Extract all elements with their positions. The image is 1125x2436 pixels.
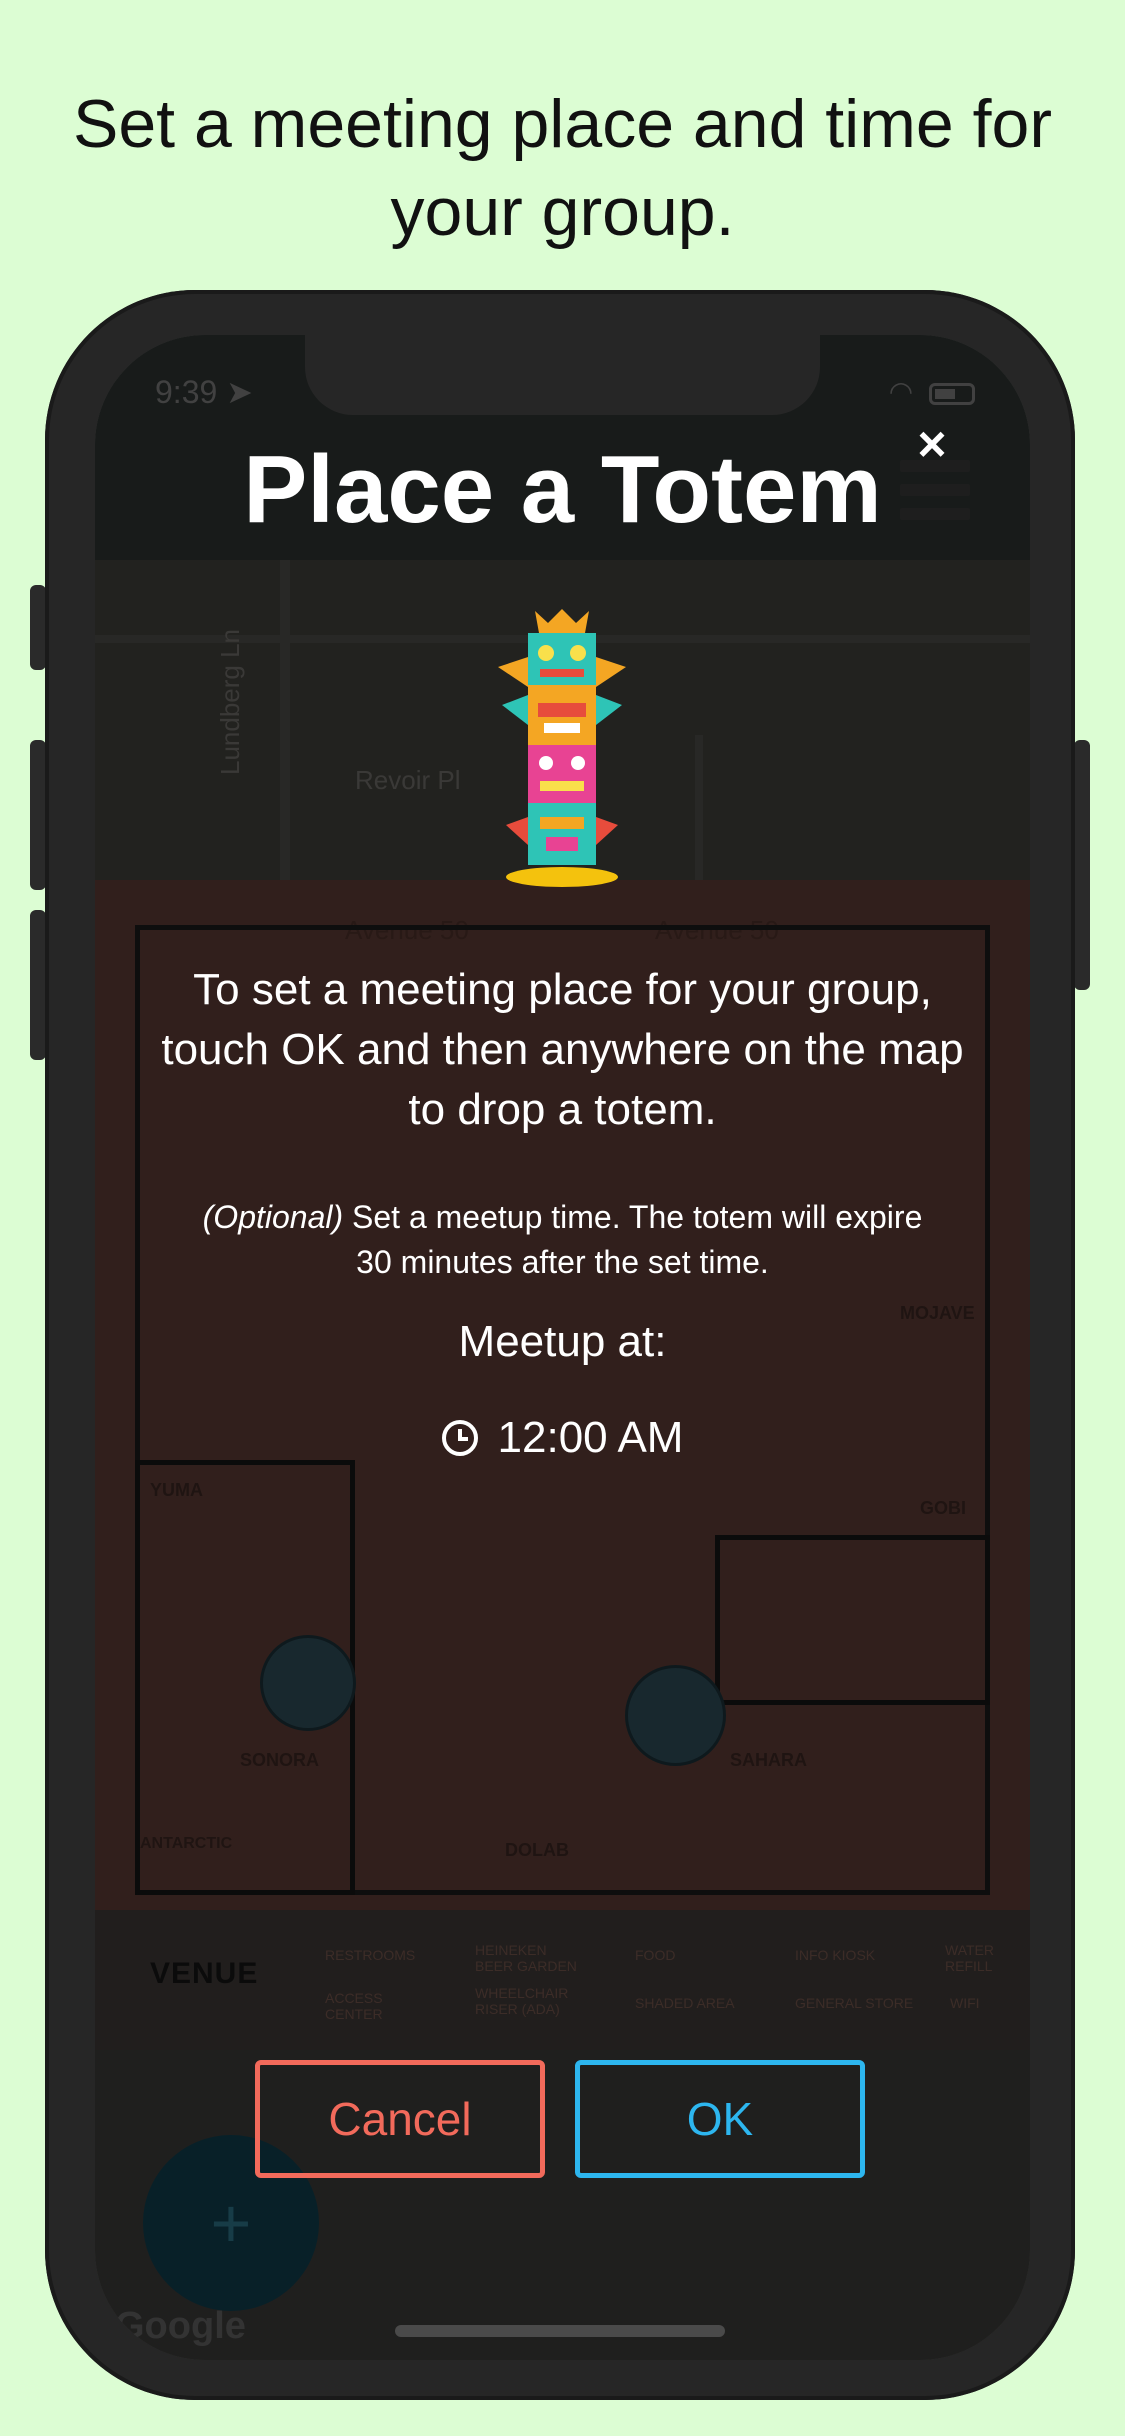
meetup-label: Meetup at: (458, 1317, 667, 1366)
optional-text: (Optional) Set a meetup time. The totem … (185, 1195, 940, 1285)
cancel-button[interactable]: Cancel (255, 2060, 545, 2178)
close-icon[interactable]: × (905, 417, 959, 471)
home-indicator (395, 2325, 725, 2337)
ok-button[interactable]: OK (575, 2060, 865, 2178)
side-button-volume-down (30, 910, 46, 1060)
clock-icon (441, 1420, 478, 1456)
optional-label: (Optional) (202, 1199, 344, 1235)
side-button-volume-up (30, 740, 46, 890)
meetup-time-value: 12:00 AM (497, 1413, 684, 1462)
side-button-mute (30, 585, 46, 670)
totem-icon (490, 605, 635, 895)
app-screen: Lundberg Ln Revoir Pl Avenue 50 Avenue 5… (95, 335, 1030, 2360)
promo-caption: Set a meeting place and time for your gr… (73, 86, 1052, 250)
instructions-text: To set a meeting place for your group, t… (161, 965, 964, 1134)
optional-description: Set a meetup time. The totem will expire… (352, 1199, 923, 1280)
side-button-power (1074, 740, 1090, 990)
modal-title: Place a Totem (243, 436, 882, 543)
meetup-time-picker[interactable]: 12:00 AM (95, 1413, 1030, 1463)
phone-notch (305, 335, 820, 415)
